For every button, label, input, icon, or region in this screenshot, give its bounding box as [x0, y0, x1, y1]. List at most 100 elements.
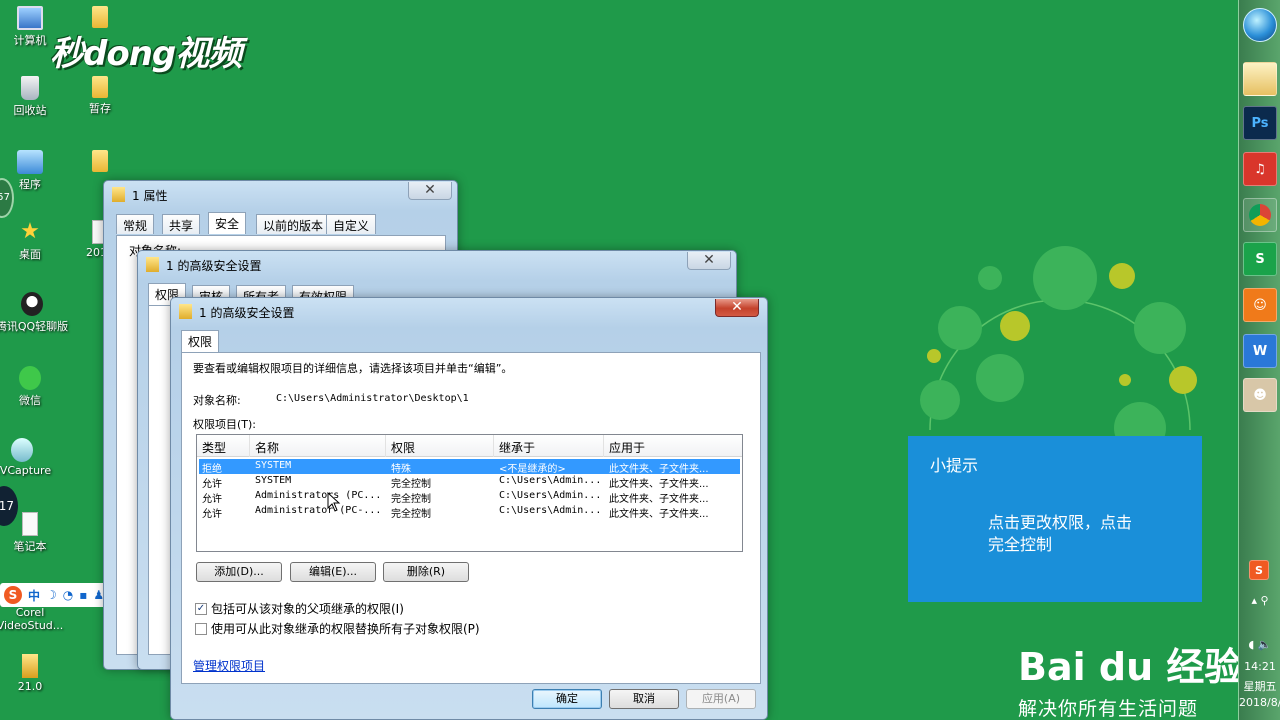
- window-title: 1 的高级安全设置: [199, 306, 295, 320]
- apply-button[interactable]: 应用(A): [686, 689, 756, 709]
- edit-button[interactable]: 编辑(E)...: [290, 562, 376, 582]
- cell-permission: 特殊: [391, 464, 411, 475]
- close-button[interactable]: ✕: [408, 182, 452, 200]
- mouse-cursor: [327, 492, 341, 512]
- volume-icon[interactable]: ◖ 🔈: [1239, 638, 1280, 651]
- taskbar-w-app[interactable]: W: [1243, 334, 1277, 368]
- baidu-slogan: 解决你所有生活问题: [1018, 698, 1199, 720]
- taskbar-folder[interactable]: [1243, 62, 1277, 96]
- tab-sharing[interactable]: 共享: [162, 214, 201, 234]
- desktop-icon-label: 21.0: [17, 680, 43, 693]
- punctuation-icon[interactable]: ◔: [63, 588, 73, 602]
- wechat-icon: [19, 366, 41, 390]
- tab-general[interactable]: 常规: [116, 214, 155, 234]
- desktop-icon-21[interactable]: 21.0: [0, 654, 66, 693]
- clock-date[interactable]: 2018/8/: [1239, 696, 1280, 709]
- uc-icon: ☺: [1253, 297, 1267, 313]
- cell-applies-to: 此文件夹、子文件夹...: [609, 464, 709, 475]
- cell-inherited-from: C:\Users\Admin...: [499, 505, 602, 516]
- replace-child-permissions-checkbox[interactable]: 使用可从此对象继承的权限替换所有子对象权限(P): [195, 620, 480, 637]
- checkbox-unchecked[interactable]: [195, 622, 207, 635]
- decor-circle: [1000, 311, 1030, 341]
- desktop-icon-temp-folder[interactable]: 暂存: [64, 76, 136, 116]
- desktop-icon-corel[interactable]: Corel VideoStud...: [0, 606, 70, 632]
- checkbox-checked[interactable]: ✓: [195, 602, 207, 615]
- tray-icons[interactable]: ▴ ⚲: [1239, 594, 1280, 607]
- table-row[interactable]: 允许 Administrator (PC-... 完全控制 C:\Users\A…: [199, 504, 740, 520]
- taskbar-uc[interactable]: ☺: [1243, 288, 1277, 322]
- cell-name: Administrator (PC-...: [255, 505, 382, 516]
- add-button[interactable]: 添加(D)...: [196, 562, 282, 582]
- tab-security[interactable]: 安全: [208, 212, 247, 234]
- permission-entries-list[interactable]: 类型 名称 权限 继承于 应用于 拒绝 SYSTEM 特殊 <不是继承的> 此文…: [196, 434, 743, 552]
- taskbar-avatar[interactable]: ☻: [1243, 378, 1277, 412]
- tip-line: 完全控制: [988, 535, 1053, 554]
- cell-type: 拒绝: [202, 464, 222, 475]
- column-header-name[interactable]: 名称: [255, 439, 279, 456]
- start-button[interactable]: [1243, 8, 1277, 42]
- table-row[interactable]: 拒绝 SYSTEM 特殊 <不是继承的> 此文件夹、子文件夹...: [199, 459, 740, 475]
- include-inheritable-checkbox[interactable]: ✓ 包括可从该对象的父项继承的权限(I): [195, 600, 404, 617]
- table-row[interactable]: 允许 Administrators (PC... 完全控制 C:\Users\A…: [199, 489, 740, 505]
- moon-icon[interactable]: ☽: [46, 588, 57, 602]
- desktop-icon-desktop[interactable]: ★ 桌面: [0, 220, 66, 262]
- baidu-logo: Bai du 经验: [1018, 645, 1243, 689]
- tab-previous-versions[interactable]: 以前的版本: [256, 214, 331, 234]
- desktop-icon-evcapture[interactable]: EVCapture: [0, 438, 58, 477]
- window-title: 1 属性: [132, 189, 168, 203]
- tip-panel: 小提示 点击更改权限，点击 完全控制: [908, 436, 1202, 602]
- tab-customize[interactable]: 自定义: [326, 214, 377, 234]
- table-row[interactable]: 允许 SYSTEM 完全控制 C:\Users\Admin... 此文件夹、子文…: [199, 474, 740, 490]
- desktop-icon-label: 桌面: [19, 248, 41, 261]
- column-separator: [493, 435, 494, 457]
- cell-applies-to: 此文件夹、子文件夹...: [609, 494, 709, 505]
- ime-mode[interactable]: 中: [28, 587, 40, 604]
- desktop-icon-folder[interactable]: [64, 150, 136, 174]
- taskbar-chrome[interactable]: [1243, 198, 1277, 232]
- close-button[interactable]: ✕: [687, 252, 731, 270]
- column-separator: [249, 435, 250, 457]
- recycle-bin-icon: [21, 76, 39, 100]
- manage-permission-entries-link[interactable]: 管理权限项目: [193, 657, 265, 674]
- cell-applies-to: 此文件夹、子文件夹...: [609, 479, 709, 490]
- cell-name: SYSTEM: [255, 475, 292, 486]
- keyboard-icon[interactable]: ▪: [79, 588, 87, 602]
- column-header-permission[interactable]: 权限: [391, 439, 415, 456]
- desktop-icon-qq[interactable]: 腾讯QQ轻聊版: [0, 292, 70, 334]
- list-header: 类型 名称 权限 继承于 应用于: [197, 435, 742, 457]
- column-separator: [385, 435, 386, 457]
- decor-circle: [927, 349, 941, 363]
- taskbar-s-app[interactable]: S: [1243, 242, 1277, 276]
- window-title: 1 的高级安全设置: [166, 259, 262, 273]
- permission-entries-label: 权限项目(T):: [193, 418, 257, 431]
- checkbox-label: 使用可从此对象继承的权限替换所有子对象权限(P): [211, 622, 480, 636]
- taskbar-photoshop[interactable]: Ps: [1243, 106, 1277, 140]
- tip-body: 点击更改权限，点击 完全控制: [988, 512, 1132, 556]
- qq-icon: [21, 292, 43, 316]
- tray-sogou[interactable]: S: [1249, 560, 1269, 580]
- tab-strip: 常规 共享 安全 以前的版本 自定义: [116, 212, 446, 236]
- tip-title: 小提示: [930, 456, 979, 475]
- decor-circle: [1134, 302, 1186, 354]
- ok-button[interactable]: 确定: [532, 689, 602, 709]
- decor-circle: [976, 354, 1024, 402]
- remove-button[interactable]: 删除(R): [383, 562, 469, 582]
- clock-weekday[interactable]: 星期五: [1239, 678, 1280, 694]
- taskbar-netease-music[interactable]: ♫: [1243, 152, 1277, 186]
- column-header-type[interactable]: 类型: [202, 439, 226, 456]
- close-button[interactable]: ✕: [715, 299, 759, 317]
- column-header-inherited-from[interactable]: 继承于: [499, 439, 535, 456]
- instruction-text: 要查看或编辑权限项目的详细信息，请选择该项目并单击“编辑”。: [193, 362, 513, 375]
- tab-strip: 权限: [181, 330, 761, 354]
- clock-time[interactable]: 14:21: [1239, 660, 1280, 673]
- star-icon: ★: [20, 219, 40, 244]
- column-header-applies-to[interactable]: 应用于: [609, 439, 645, 456]
- tab-permissions[interactable]: 权限: [181, 330, 220, 352]
- desktop-icon-recycle-bin[interactable]: 回收站: [0, 76, 66, 118]
- music-icon: ♫: [1254, 161, 1266, 177]
- desktop-icon-wechat[interactable]: 微信: [0, 366, 66, 408]
- decor-circle: [1109, 263, 1135, 289]
- sogou-icon[interactable]: S: [4, 586, 22, 604]
- cancel-button[interactable]: 取消: [609, 689, 679, 709]
- evcapture-icon: [11, 438, 33, 462]
